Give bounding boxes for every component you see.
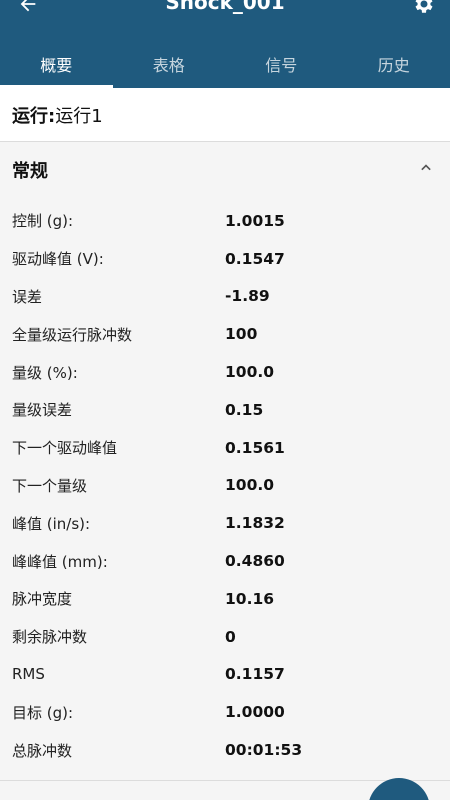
floating-action-button[interactable] (368, 778, 430, 800)
param-row: 量级误差 0.15 (0, 391, 450, 429)
param-key: 驱动峰值 (V): (12, 250, 104, 269)
param-row: 目标 (g): 1.0000 (0, 693, 450, 731)
param-value: 0 (225, 627, 236, 646)
param-key: 峰值 (in/s): (12, 514, 91, 533)
param-row: 全量级运行脉冲数 100 (0, 315, 450, 353)
param-value: 0.1547 (225, 249, 285, 268)
param-key: 峰峰值 (mm): (12, 552, 108, 571)
divider (0, 780, 450, 781)
param-value: 1.0000 (225, 703, 285, 722)
param-value: 0.4860 (225, 552, 285, 571)
app-bar: Shock_001 概要 表格 信号 历史 (0, 0, 450, 88)
param-row: 量级 (%): 100.0 (0, 353, 450, 391)
tab-signal[interactable]: 信号 (225, 40, 338, 88)
chevron-up-icon[interactable] (416, 158, 436, 178)
param-key: 控制 (g): (12, 212, 74, 231)
param-row: 下一个量级 100.0 (0, 467, 450, 505)
param-row: 峰峰值 (mm): 0.4860 (0, 542, 450, 580)
param-value: 1.1832 (225, 514, 285, 533)
tab-table[interactable]: 表格 (113, 40, 226, 88)
param-key: 剩余脉冲数 (12, 628, 88, 647)
app-title: Shock_001 (165, 0, 285, 14)
param-key: 下一个驱动峰值 (12, 439, 118, 458)
param-row: 剩余脉冲数 0 (0, 618, 450, 656)
settings-button[interactable] (412, 0, 436, 16)
param-key: 误差 (12, 287, 43, 306)
param-key: 总脉冲数 (12, 741, 73, 760)
param-row: 误差 -1.89 (0, 278, 450, 316)
param-value: 00:01:53 (225, 741, 303, 760)
param-key: 量级误差 (12, 401, 73, 420)
param-row: 峰值 (in/s): 1.1832 (0, 504, 450, 542)
run-row: 运行: 运行1 (0, 88, 450, 142)
section-title: 常规 (12, 161, 48, 182)
tab-bar: 概要 表格 信号 历史 (0, 40, 450, 88)
param-key: 下一个量级 (12, 476, 88, 495)
param-value: -1.89 (225, 287, 270, 306)
param-value: 100.0 (225, 476, 275, 495)
run-value: 运行1 (55, 105, 103, 127)
param-row: 下一个驱动峰值 0.1561 (0, 429, 450, 467)
param-row: 驱动峰值 (V): 0.1547 (0, 240, 450, 278)
param-row: RMS 0.1157 (0, 656, 450, 694)
param-row: 总脉冲数 00:01:53 (0, 731, 450, 769)
param-value: 0.1561 (225, 438, 285, 457)
params-list: 控制 (g): 1.0015 驱动峰值 (V): 0.1547 误差 -1.89 全量… (0, 202, 450, 769)
param-key: 目标 (g): (12, 703, 74, 722)
param-value: 0.15 (225, 400, 264, 419)
param-key: 脉冲宽度 (12, 590, 73, 609)
param-value: 100 (225, 325, 258, 344)
param-row: 脉冲宽度 10.16 (0, 580, 450, 618)
param-key: 量级 (%): (12, 363, 78, 382)
section-header-general[interactable]: 常规 (0, 143, 450, 197)
param-value: 100.0 (225, 363, 275, 382)
tab-history[interactable]: 历史 (338, 40, 450, 88)
tab-overview[interactable]: 概要 (0, 40, 113, 88)
param-value: 1.0015 (225, 211, 285, 230)
param-key: 全量级运行脉冲数 (12, 325, 133, 344)
param-value: 0.1157 (225, 665, 285, 684)
param-key: RMS (12, 665, 45, 684)
param-row: 控制 (g): 1.0015 (0, 202, 450, 240)
gear-icon (415, 0, 433, 13)
param-value: 10.16 (225, 589, 275, 608)
run-label: 运行: (12, 105, 56, 127)
